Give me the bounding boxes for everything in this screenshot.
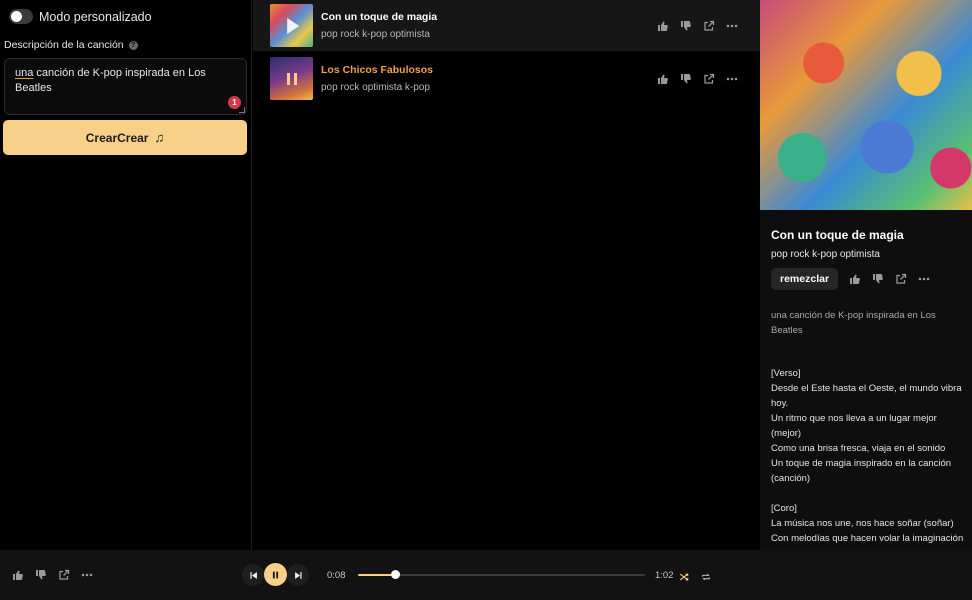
next-button[interactable] <box>287 564 309 586</box>
previous-button[interactable] <box>242 564 264 586</box>
song-cover[interactable] <box>270 4 313 47</box>
custom-mode-row: Modo personalizado <box>9 9 152 24</box>
song-cover-art <box>760 0 972 210</box>
song-detail-panel: Con un toque de magia pop rock k-pop opt… <box>760 0 972 550</box>
previous-icon <box>250 571 257 579</box>
share-icon[interactable] <box>58 569 70 581</box>
custom-mode-toggle[interactable] <box>9 9 33 24</box>
resize-handle[interactable] <box>239 107 245 113</box>
shuffle-icon[interactable] <box>679 569 689 587</box>
create-button-label: CrearCrear <box>85 130 149 145</box>
player-bar: 0:08 1:02 <box>0 550 972 600</box>
detail-prompt: una canción de K-pop inspirada en Los Be… <box>771 310 936 336</box>
description-textarea[interactable]: una canción de K-pop inspirada en Los Be… <box>4 58 247 115</box>
song-cover[interactable] <box>270 57 313 100</box>
pause-button[interactable] <box>264 563 287 586</box>
thumbs-down-icon[interactable] <box>680 73 692 85</box>
pause-icon[interactable] <box>286 72 297 85</box>
description-text-rest: canción de K-pop inspirada en Los Beatle… <box>15 67 206 94</box>
more-icon[interactable] <box>726 20 738 32</box>
thumbs-up-icon[interactable] <box>849 273 861 285</box>
thumbs-down-icon[interactable] <box>35 569 47 581</box>
share-icon[interactable] <box>703 73 715 85</box>
progress-track[interactable] <box>358 570 645 579</box>
current-time: 0:08 <box>327 570 346 581</box>
more-icon[interactable] <box>81 569 93 581</box>
lyrics: [Verso] Desde el Este hasta el Oeste, el… <box>771 368 964 544</box>
custom-mode-label: Modo personalizado <box>39 9 152 24</box>
music-note-icon: ♫ <box>154 130 165 145</box>
description-text-first: una <box>15 67 34 79</box>
thumbs-up-icon[interactable] <box>12 569 24 581</box>
song-row[interactable]: Los Chicos Fabulosos pop rock optimista … <box>253 53 760 104</box>
play-icon[interactable] <box>286 17 299 34</box>
share-icon[interactable] <box>895 273 907 285</box>
remix-button[interactable]: remezclar <box>771 268 839 290</box>
detail-tags: pop rock k-pop optimista <box>771 249 880 260</box>
description-label-row: Descripción de la canción ? <box>4 39 138 51</box>
song-title[interactable]: Con un toque de magia <box>321 11 437 23</box>
create-panel: Modo personalizado Descripción de la can… <box>0 0 252 550</box>
detail-title: Con un toque de magia <box>771 228 904 242</box>
thumbs-up-icon[interactable] <box>657 20 669 32</box>
thumbs-down-icon[interactable] <box>872 273 884 285</box>
more-icon[interactable] <box>918 273 930 285</box>
progress-fill <box>358 574 396 576</box>
help-icon[interactable]: ? <box>128 40 138 50</box>
description-label: Descripción de la canción <box>4 39 124 51</box>
song-list: Con un toque de magia pop rock k-pop opt… <box>253 0 760 550</box>
duration: 1:02 <box>655 570 674 581</box>
more-icon[interactable] <box>726 73 738 85</box>
create-button[interactable]: CrearCrear ♫ <box>3 120 247 155</box>
song-row[interactable]: Con un toque de magia pop rock k-pop opt… <box>253 0 760 51</box>
progress-knob[interactable] <box>391 570 401 579</box>
repeat-icon[interactable] <box>701 569 711 587</box>
pause-icon <box>272 571 279 578</box>
share-icon[interactable] <box>703 20 715 32</box>
song-title[interactable]: Los Chicos Fabulosos <box>321 64 433 76</box>
next-icon <box>294 571 301 579</box>
thumbs-up-icon[interactable] <box>657 73 669 85</box>
song-tags: pop rock k-pop optimista <box>321 29 430 40</box>
song-tags: pop rock optimista k-pop <box>321 82 430 93</box>
thumbs-down-icon[interactable] <box>680 20 692 32</box>
